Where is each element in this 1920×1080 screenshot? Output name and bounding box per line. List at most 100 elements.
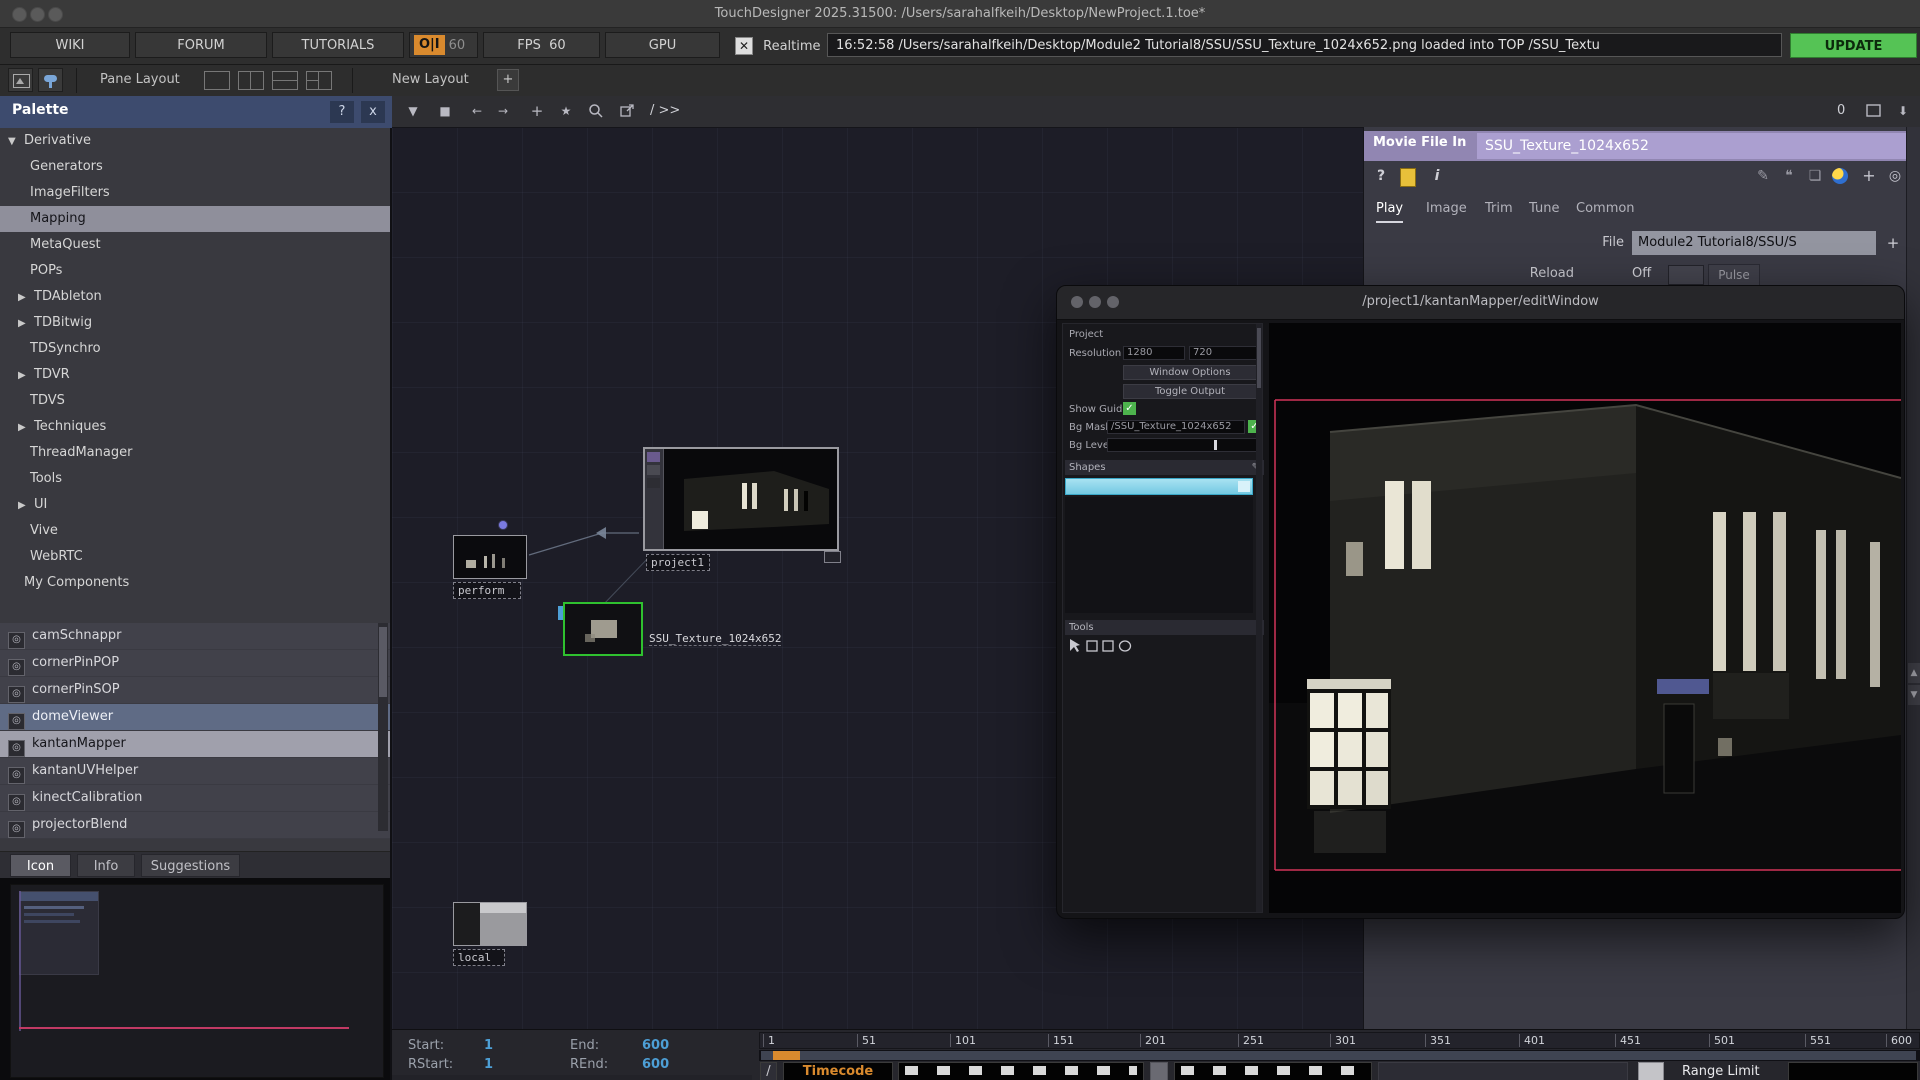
component-kantanuvhelper[interactable]: ◎kantanUVHelper	[0, 758, 390, 785]
node-project1-label[interactable]: project1	[646, 554, 710, 571]
kantan-output-preview[interactable]	[1269, 323, 1901, 913]
resolution-width-field[interactable]: 1280	[1123, 346, 1185, 360]
layout-split-horizontal-icon[interactable]	[272, 71, 298, 90]
node-ssu-label[interactable]: SSU_Texture_1024x652	[649, 632, 781, 646]
show-guides-checkbox[interactable]: ✓	[1123, 402, 1136, 415]
range-limit-toggle[interactable]	[1638, 1062, 1664, 1080]
comment-icon[interactable]: ❝	[1778, 165, 1800, 187]
fps-indicator[interactable]: FPS 60	[483, 32, 600, 58]
palette-close-button[interactable]: x	[361, 101, 385, 123]
tree-item-tdableton[interactable]: ▶TDAbleton	[0, 284, 390, 310]
tree-item-tools[interactable]: Tools	[0, 466, 390, 492]
tutorials-button[interactable]: TUTORIALS	[272, 32, 404, 58]
tab-suggestions[interactable]: Suggestions	[141, 854, 240, 877]
target-icon[interactable]: ◎	[1884, 165, 1906, 187]
kantanmapper-edit-window[interactable]: /project1/kantanMapper/editWindow Projec…	[1056, 285, 1905, 919]
tab-icon[interactable]: Icon	[10, 854, 71, 877]
param-tab-tune[interactable]: Tune	[1529, 197, 1559, 221]
tree-item-my-components[interactable]: My Components	[0, 570, 390, 596]
component-kantanmapper[interactable]: ◎kantanMapper	[0, 731, 390, 758]
reload-off-value[interactable]: Off	[1632, 266, 1651, 281]
tree-item-tdvs[interactable]: TDVS	[0, 388, 390, 414]
save-cloud-icon[interactable]	[38, 68, 63, 92]
realtime-checkbox-icon[interactable]: ✕	[735, 37, 753, 55]
bg-mask-field[interactable]: /SSU_Texture_1024x652	[1107, 420, 1245, 434]
node-project1[interactable]	[643, 447, 839, 551]
tree-item-ui[interactable]: ▶UI	[0, 492, 390, 518]
language-page-icon[interactable]	[1400, 168, 1416, 187]
tree-item-tdbitwig[interactable]: ▶TDBitwig	[0, 310, 390, 336]
component-projectorblend[interactable]: ◎projectorBlend	[0, 812, 390, 839]
palette-help-button[interactable]: ?	[330, 101, 354, 123]
copy-icon[interactable]: ❏	[1804, 165, 1826, 187]
component-cornerpinpop[interactable]: ◎cornerPinPOP	[0, 650, 390, 677]
param-tab-trim[interactable]: Trim	[1485, 197, 1513, 221]
param-tab-common[interactable]: Common	[1576, 197, 1635, 221]
timecode-label[interactable]: Timecode	[783, 1062, 893, 1080]
scroll-down-icon[interactable]: ▼	[1908, 685, 1920, 705]
start-value[interactable]: 1	[484, 1038, 493, 1053]
layout-grid-icon[interactable]	[306, 71, 332, 90]
reload-toggle-box[interactable]	[1668, 265, 1704, 285]
tree-item-techniques[interactable]: ▶Techniques	[0, 414, 390, 440]
add-layout-button[interactable]: +	[497, 69, 519, 91]
expander-right-icon[interactable]: ▶	[18, 363, 34, 389]
rend-value[interactable]: 600	[642, 1057, 669, 1072]
realtime-toggle[interactable]: ✕ Realtime	[735, 37, 821, 55]
tree-item-tdsynchro[interactable]: TDSynchro	[0, 336, 390, 362]
node-local-label[interactable]: local	[453, 949, 505, 966]
component-kinectcalibration[interactable]: ◎kinectCalibration	[0, 785, 390, 812]
midi-indicator[interactable]: O|I60	[409, 32, 478, 58]
help-icon[interactable]: ?	[1370, 165, 1392, 187]
info-icon[interactable]: i	[1426, 165, 1448, 187]
image-viewer-icon[interactable]	[8, 68, 33, 92]
update-button[interactable]: UPDATE	[1790, 33, 1917, 58]
tree-item-tdvr[interactable]: ▶TDVR	[0, 362, 390, 388]
expander-right-icon[interactable]: ▶	[18, 415, 34, 441]
forum-button[interactable]: FORUM	[135, 32, 267, 58]
node-project1-resize-handle[interactable]	[824, 551, 841, 563]
reload-pulse-button[interactable]: Pulse	[1708, 264, 1760, 286]
node-perform-label[interactable]: perform	[453, 582, 521, 599]
gpu-button[interactable]: GPU	[605, 32, 720, 58]
node-ssu-texture[interactable]	[563, 602, 643, 656]
toggle-output-button[interactable]: Toggle Output	[1123, 384, 1257, 399]
shape-list-empty-area[interactable]	[1065, 497, 1253, 613]
tree-item-metaquest[interactable]: MetaQuest	[0, 232, 390, 258]
timeline-track[interactable]	[759, 1050, 1920, 1061]
tree-item-generators[interactable]: Generators	[0, 154, 390, 180]
component-cornerpinsop[interactable]: ◎cornerPinSOP	[0, 677, 390, 704]
tree-item-webrtc[interactable]: WebRTC	[0, 544, 390, 570]
expander-right-icon[interactable]: ▶	[18, 285, 34, 311]
rstart-value[interactable]: 1	[484, 1057, 493, 1072]
bg-level-slider-handle[interactable]	[1214, 440, 1217, 450]
add-parameter-icon[interactable]: +	[1858, 165, 1880, 187]
expander-right-icon[interactable]: ▶	[18, 493, 34, 519]
operator-name-field[interactable]: SSU_Texture_1024x652	[1477, 133, 1917, 159]
scroll-up-icon[interactable]: ▲	[1908, 663, 1920, 683]
component-domeviewer[interactable]: ◎domeViewer	[0, 704, 390, 731]
timeline-menu-button[interactable]: /	[760, 1062, 777, 1080]
file-browse-plus-icon[interactable]: +	[1882, 231, 1904, 255]
tree-item-pops[interactable]: POPs	[0, 258, 390, 284]
wiki-button[interactable]: WIKI	[10, 32, 130, 58]
tree-item-mapping[interactable]: Mapping	[0, 206, 390, 232]
tree-item-imagefilters[interactable]: ImageFilters	[0, 180, 390, 206]
expander-down-icon[interactable]: ▼	[8, 129, 24, 155]
playhead-marker[interactable]	[773, 1051, 800, 1060]
layout-split-vertical-icon[interactable]	[238, 71, 264, 90]
component-scrollbar[interactable]	[378, 623, 388, 831]
frame-ruler[interactable]: 1 51 101 151 201 251 301 351 401 451 501…	[759, 1032, 1920, 1049]
resolution-height-field[interactable]: 720	[1189, 346, 1257, 360]
kantan-panel-scrollbar[interactable]	[1256, 324, 1262, 912]
param-tab-play[interactable]: Play	[1376, 197, 1403, 223]
edit-window-titlebar[interactable]: /project1/kantanMapper/editWindow	[1057, 286, 1904, 320]
window-options-button[interactable]: Window Options	[1123, 365, 1257, 380]
expander-right-icon[interactable]: ▶	[18, 311, 34, 337]
end-value[interactable]: 600	[642, 1038, 669, 1053]
layout-single-icon[interactable]	[204, 71, 230, 90]
tree-item-derivative[interactable]: ▼Derivative	[0, 128, 390, 154]
edit-pencil-icon[interactable]: ✎	[1752, 165, 1774, 187]
range-field[interactable]	[1788, 1062, 1918, 1080]
file-param-field[interactable]: Module2 Tutorial8/SSU/S	[1632, 231, 1876, 255]
